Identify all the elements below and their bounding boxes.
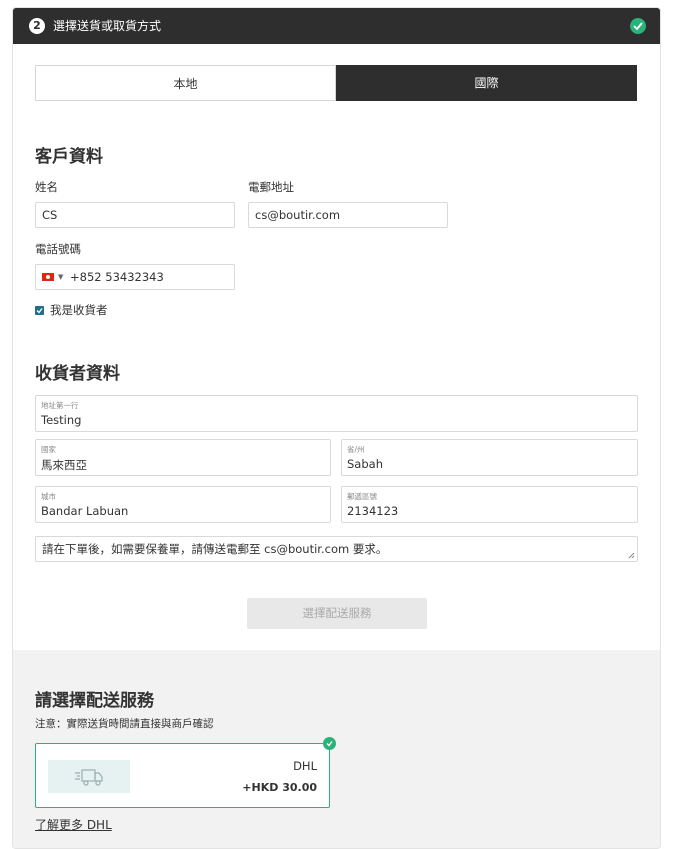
- hong-kong-flag-icon[interactable]: [42, 273, 54, 281]
- carrier-price: +HKD 30.00: [242, 781, 317, 794]
- delivery-note-textarea[interactable]: 請在下單後，如需要保養單，請傳送電郵至 cs@boutir.com 要求。: [35, 536, 638, 562]
- shipping-option-dhl[interactable]: DHL +HKD 30.00: [35, 743, 330, 808]
- recipient-info-title: 收貨者資料: [35, 364, 120, 384]
- phone-number-text: 53432343: [105, 270, 164, 284]
- shipping-service-title: 請選擇配送服務: [35, 691, 154, 711]
- delivery-step-card: 2 選擇送貨或取貨方式 本地 國際 客戶資料 姓名 CS 電郵地址 cs@bou…: [12, 7, 661, 849]
- postal-code-field[interactable]: 郵遞區號 2134123: [341, 486, 638, 523]
- name-label: 姓名: [35, 180, 58, 194]
- state-label: 省/州: [347, 445, 365, 454]
- selected-check-icon: [323, 737, 336, 750]
- delivery-note-text: 請在下單後，如需要保養單，請傳送電郵至 cs@boutir.com 要求。: [42, 542, 388, 556]
- chevron-down-icon[interactable]: ▼: [58, 265, 63, 289]
- state-field[interactable]: 省/州 Sabah: [341, 439, 638, 476]
- city-label: 城市: [41, 492, 56, 501]
- email-field[interactable]: cs@boutir.com: [248, 202, 448, 228]
- address-line1-label: 地址第一行: [41, 401, 79, 410]
- phone-label: 電話號碼: [35, 242, 81, 256]
- resize-grip-icon[interactable]: [628, 552, 635, 559]
- name-field[interactable]: CS: [35, 202, 235, 228]
- select-delivery-service-button[interactable]: 選擇配送服務: [247, 598, 427, 629]
- step-complete-check-icon: [630, 18, 646, 34]
- is-recipient-label[interactable]: 我是收貨者: [50, 302, 108, 318]
- state-value: Sabah: [347, 457, 383, 471]
- step-number: 2: [29, 18, 45, 34]
- country-select[interactable]: 國家 馬來西亞: [35, 439, 331, 476]
- phone-country-code: +852: [70, 270, 102, 284]
- phone-field[interactable]: ▼ +852 53432343: [35, 264, 235, 290]
- tab-local[interactable]: 本地: [35, 65, 336, 101]
- postal-code-value: 2134123: [347, 504, 399, 518]
- carrier-name: DHL: [293, 759, 317, 773]
- step-title: 選擇送貨或取貨方式: [53, 19, 162, 33]
- country-label: 國家: [41, 445, 56, 454]
- country-value: 馬來西亞: [41, 458, 87, 472]
- city-field[interactable]: 城市 Bandar Labuan: [35, 486, 331, 523]
- address-line1-field[interactable]: 地址第一行 Testing: [35, 395, 638, 432]
- email-label: 電郵地址: [248, 180, 294, 194]
- postal-code-label: 郵遞區號: [347, 492, 377, 501]
- learn-more-dhl-link[interactable]: 了解更多 DHL: [35, 816, 112, 833]
- address-line1-value: Testing: [41, 413, 82, 427]
- delivery-type-tabs: 本地 國際: [35, 65, 637, 101]
- tab-international[interactable]: 國際: [336, 65, 637, 101]
- truck-icon: [48, 760, 130, 793]
- shipping-notice: 注意：實際送貨時間請直接與商戶確認: [35, 718, 214, 730]
- step-header[interactable]: 2 選擇送貨或取貨方式: [13, 8, 660, 44]
- customer-info-title: 客戶資料: [35, 147, 103, 167]
- phone-number-value: +852 53432343: [70, 265, 164, 289]
- city-value: Bandar Labuan: [41, 504, 129, 518]
- is-recipient-checkbox[interactable]: [35, 306, 44, 315]
